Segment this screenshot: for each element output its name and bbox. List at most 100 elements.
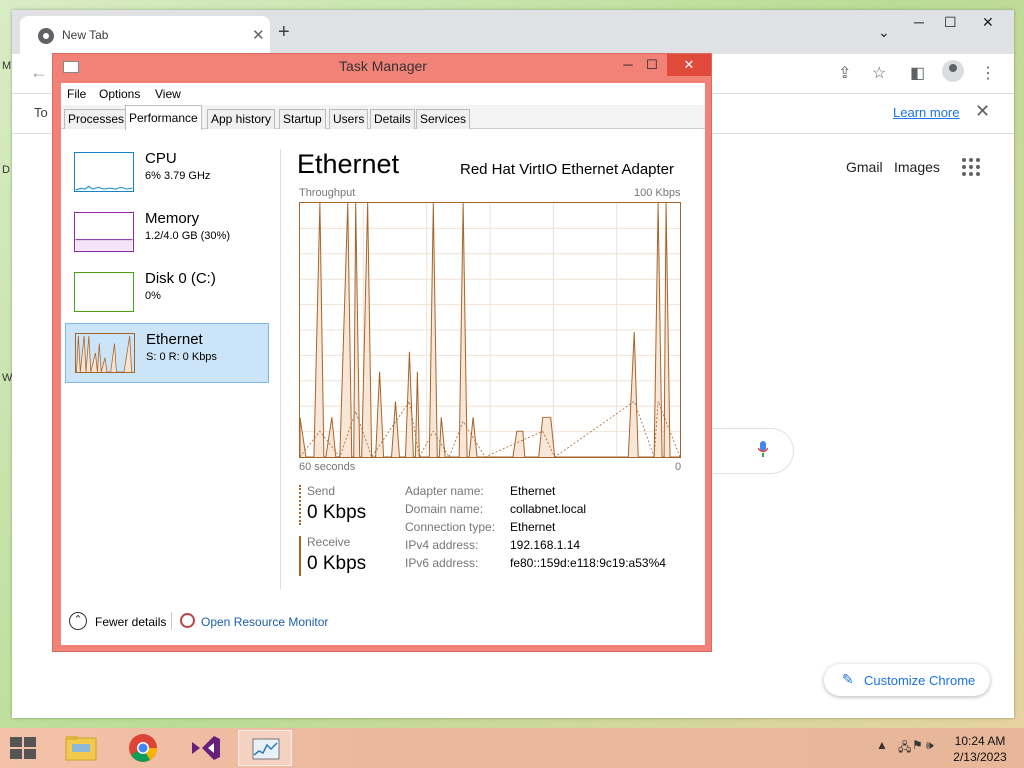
taskbar-visual-studio[interactable] [178, 730, 232, 766]
tm-close-button[interactable]: ✕ [667, 54, 711, 76]
tab-close-icon[interactable]: ✕ [252, 26, 265, 44]
close-button[interactable]: ✕ [982, 14, 994, 31]
ethernet-thumbnail-graph [75, 333, 135, 373]
info-bar-text: To [34, 105, 48, 120]
sidebar-item-value: 6% 3.79 GHz [145, 170, 211, 182]
open-resource-monitor-link[interactable]: Open Resource Monitor [201, 615, 328, 629]
taskbar-task-manager[interactable] [238, 730, 292, 766]
desktop-icon-label[interactable]: W [2, 372, 12, 384]
tab-search-icon[interactable]: ⌄ [878, 24, 890, 41]
sidebar-item-label: Disk 0 (C:) [145, 270, 216, 287]
tab-services[interactable]: Services [416, 109, 471, 129]
tab-bar: Processes Performance App history Startu… [61, 105, 705, 130]
chrome-icon [129, 734, 157, 762]
receive-value: 0 Kbps [307, 553, 367, 574]
clock-time: 10:24 AM [954, 734, 1006, 748]
customize-label: Customize Chrome [864, 673, 976, 688]
resource-monitor-icon [180, 613, 195, 628]
task-manager-window: Task Manager ─ ☐ ✕ File Options View Pro… [52, 53, 712, 652]
desktop-icon-label[interactable]: D [2, 164, 10, 176]
send-label: Send [307, 484, 336, 498]
tab-new-tab[interactable]: New Tab ✕ [20, 16, 270, 54]
property-value: Ethernet [510, 484, 556, 498]
back-icon[interactable]: ← [30, 62, 48, 83]
sidebar-divider [280, 149, 281, 589]
taskbar-file-explorer[interactable] [54, 730, 108, 766]
desktop-icon-label[interactable]: M [2, 60, 11, 72]
microphone-icon[interactable] [758, 441, 768, 457]
tab-performance[interactable]: Performance [125, 105, 202, 130]
taskbar-clock[interactable]: 10:24 AM 2/13/2023 [944, 733, 1016, 765]
sidebar-item-memory[interactable]: Memory 1.2/4.0 GB (30%) [65, 203, 269, 263]
tab-details[interactable]: Details [370, 109, 415, 129]
tab-processes[interactable]: Processes [64, 109, 129, 129]
throughput-max-label: 100 Kbps [634, 187, 681, 199]
property-value: fe80::159d:e118:9c19:a53%4 [510, 556, 666, 570]
property-key: IPv6 address: [405, 556, 479, 570]
detail-title: Ethernet [297, 149, 400, 179]
visual-studio-icon [192, 736, 220, 760]
sidebar-item-label: Ethernet [146, 331, 203, 348]
chrome-favicon-icon [38, 28, 54, 44]
learn-more-link[interactable]: Learn more [893, 105, 959, 120]
gmail-link[interactable]: Gmail [846, 159, 883, 175]
share-icon[interactable]: ⇪ [838, 63, 851, 83]
menu-options[interactable]: Options [99, 87, 140, 101]
sidebar-item-label: Memory [145, 210, 200, 227]
profile-avatar-icon[interactable] [942, 60, 964, 82]
perf-sidebar: CPU 6% 3.79 GHz Memory 1.2/4.0 GB (30%) … [61, 129, 275, 619]
volume-icon[interactable]: 🕪 [926, 738, 934, 753]
send-value: 0 Kbps [307, 502, 367, 523]
tab-users[interactable]: Users [329, 109, 369, 129]
footer-separator [171, 612, 172, 630]
tm-footer: ⌃ Fewer details Open Resource Monitor [61, 608, 705, 638]
receive-indicator [299, 536, 301, 576]
memory-thumbnail-graph [74, 212, 134, 252]
images-link[interactable]: Images [894, 159, 940, 175]
throughput-label: Throughput [299, 187, 356, 199]
tm-minimize-button[interactable]: ─ [615, 54, 641, 76]
clock-date: 2/13/2023 [953, 750, 1007, 764]
side-panel-icon[interactable]: ◧ [910, 63, 925, 83]
menu-view[interactable]: View [155, 87, 181, 101]
up-arrow-icon[interactable]: ▲ [876, 738, 888, 752]
start-button[interactable] [10, 737, 38, 761]
menu-file[interactable]: File [67, 87, 86, 101]
chevron-up-icon[interactable]: ⌃ [69, 612, 87, 630]
tm-maximize-button[interactable]: ☐ [639, 54, 665, 76]
minimize-button[interactable]: ─ [914, 14, 924, 30]
new-tab-button[interactable]: + [278, 22, 290, 42]
sidebar-item-ethernet[interactable]: Ethernet S: 0 R: 0 Kbps [65, 323, 269, 383]
property-value: Ethernet [510, 520, 556, 534]
flag-icon[interactable]: ⚑ [912, 738, 923, 752]
network-icon[interactable]: 🖧 [898, 738, 911, 759]
desktop-strip: M D W [0, 0, 12, 728]
customize-chrome-button[interactable]: ✎ Customize Chrome [824, 664, 990, 696]
adapter-description: Red Hat VirtIO Ethernet Adapter [460, 161, 675, 178]
sidebar-item-value: S: 0 R: 0 Kbps [146, 351, 217, 363]
tab-startup[interactable]: Startup [279, 109, 326, 129]
sidebar-item-disk[interactable]: Disk 0 (C:) 0% [65, 263, 269, 323]
disk-thumbnail-graph [74, 272, 134, 312]
sidebar-item-cpu[interactable]: CPU 6% 3.79 GHz [65, 143, 269, 203]
tab-app-history[interactable]: App history [207, 109, 276, 129]
star-icon[interactable]: ☆ [872, 63, 886, 83]
receive-label: Receive [307, 535, 351, 549]
property-key: Connection type: [405, 520, 496, 534]
fewer-details-button[interactable]: Fewer details [95, 615, 166, 629]
tab-strip: New Tab ✕ + ⌄ ─ ☐ ✕ [12, 10, 1014, 54]
task-manager-icon [252, 738, 280, 760]
property-value: 192.168.1.14 [510, 538, 581, 552]
property-value: collabnet.local [510, 502, 587, 516]
throughput-graph [299, 202, 681, 458]
time-axis-label: 60 seconds [299, 461, 356, 473]
info-bar-close-icon[interactable]: ✕ [975, 101, 990, 122]
folder-icon [65, 736, 97, 761]
more-menu-icon[interactable]: ⋮ [980, 63, 996, 83]
google-apps-icon[interactable] [962, 158, 980, 176]
property-key: Domain name: [405, 502, 484, 516]
taskbar-chrome[interactable] [116, 730, 170, 766]
maximize-button[interactable]: ☐ [944, 14, 957, 31]
pencil-icon: ✎ [842, 671, 854, 687]
tab-title: New Tab [62, 28, 109, 42]
